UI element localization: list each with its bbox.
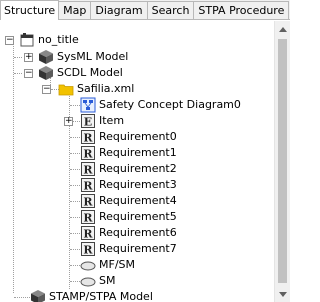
tree-node-label: Requirement5	[99, 210, 177, 223]
tree-node-label: Requirement4	[99, 194, 177, 207]
tree-node-sm[interactable]: SM	[0, 273, 115, 289]
tree-node-label: Item	[99, 114, 125, 127]
tree-node-requirement[interactable]: R Requirement7	[0, 241, 177, 257]
collapse-toggle[interactable]: −	[42, 85, 51, 94]
tree-node-label: Requirement7	[99, 242, 177, 255]
scroll-thumb[interactable]	[278, 39, 287, 283]
collapse-toggle[interactable]: −	[5, 36, 14, 45]
tree-node-label: Requirement2	[99, 162, 177, 175]
tree-node-label: MF/SM	[99, 258, 135, 271]
tab-diagram[interactable]: Diagram	[90, 1, 148, 19]
svg-text:R: R	[83, 228, 93, 241]
tab-bar: Structure Map Diagram Search STPA Proced…	[0, 0, 290, 20]
svg-text:R: R	[83, 212, 93, 225]
model-cube-icon	[31, 290, 45, 302]
requirement-icon: R	[81, 162, 95, 177]
tree-node-requirement[interactable]: R Requirement1	[0, 145, 177, 161]
item-element-icon: E	[81, 114, 95, 129]
scroll-down-arrow[interactable]	[275, 286, 291, 302]
svg-text:R: R	[83, 132, 93, 145]
tab-search[interactable]: Search	[146, 1, 195, 19]
tree-node-label: Requirement1	[99, 146, 177, 159]
ellipse-node-icon	[80, 261, 96, 271]
tree-node-label: STAMP/STPA Model	[49, 290, 153, 302]
project-root-icon	[20, 33, 34, 47]
tree-node-label: SCDL Model	[57, 66, 123, 79]
tree-node-label: no_title	[38, 33, 79, 46]
tree-node-label: Requirement6	[99, 226, 177, 239]
svg-text:R: R	[83, 164, 93, 177]
tree-node-requirement[interactable]: R Requirement2	[0, 161, 177, 177]
tree-node-mfsm[interactable]: MF/SM	[0, 257, 135, 273]
tree-node-requirement[interactable]: R Requirement3	[0, 177, 177, 193]
tree-node-item[interactable]: + E Item	[0, 113, 124, 129]
svg-text:E: E	[84, 116, 92, 129]
scroll-up-arrow[interactable]	[275, 21, 291, 37]
tree-node-label: Safilia.xml	[77, 82, 135, 95]
tree-node-safilia-xml[interactable]: − Safilia.xml	[0, 81, 134, 97]
expand-toggle[interactable]: +	[24, 53, 33, 62]
tab-map[interactable]: Map	[58, 1, 92, 19]
structure-panel: Structure Map Diagram Search STPA Proced…	[0, 0, 290, 302]
tree-node-label: SysML Model	[57, 50, 129, 63]
tree-node-scdl-model[interactable]: − SCDL Model	[0, 65, 123, 81]
model-cube-icon	[39, 50, 53, 64]
requirement-icon: R	[81, 130, 95, 145]
tree-node-requirement[interactable]: R Requirement6	[0, 225, 177, 241]
chevron-up-icon	[279, 26, 287, 32]
requirement-icon: R	[81, 146, 95, 161]
svg-text:R: R	[83, 180, 93, 193]
diagram-icon	[80, 97, 96, 113]
tree-node-safety-concept-diagram[interactable]: Safety Concept Diagram0	[0, 97, 241, 113]
tree-node-stamp-stpa-model[interactable]: STAMP/STPA Model	[0, 289, 153, 302]
tree-node-no-title[interactable]: − no_title	[0, 32, 79, 48]
tree-node-requirement[interactable]: R Requirement5	[0, 209, 177, 225]
tab-structure[interactable]: Structure	[0, 0, 60, 20]
vertical-scrollbar[interactable]	[274, 21, 290, 302]
svg-text:R: R	[83, 148, 93, 161]
requirement-icon: R	[81, 178, 95, 193]
tree-node-label: Requirement0	[99, 130, 177, 143]
chevron-down-icon	[279, 291, 287, 297]
requirement-icon: R	[81, 194, 95, 209]
tree-node-label: SM	[99, 274, 116, 287]
expand-toggle[interactable]: +	[64, 117, 73, 126]
collapse-toggle[interactable]: −	[24, 69, 33, 78]
svg-text:R: R	[83, 244, 93, 257]
tree-node-sysml-model[interactable]: + SysML Model	[0, 49, 128, 65]
structure-tree[interactable]: − no_title + SysML Model − SCDL Model − …	[0, 21, 274, 302]
tree-node-requirement[interactable]: R Requirement4	[0, 193, 177, 209]
svg-text:R: R	[83, 196, 93, 209]
model-cube-icon	[39, 66, 53, 80]
tree-node-requirement[interactable]: R Requirement0	[0, 129, 177, 145]
ellipse-node-icon	[80, 277, 96, 287]
tree-node-label: Safety Concept Diagram0	[99, 98, 241, 111]
tab-stpa-procedure[interactable]: STPA Procedure	[193, 1, 290, 19]
folder-icon	[58, 84, 74, 96]
requirement-icon: R	[81, 226, 95, 241]
requirement-icon: R	[81, 210, 95, 225]
requirement-icon: R	[81, 242, 95, 257]
tree-node-label: Requirement3	[99, 178, 177, 191]
